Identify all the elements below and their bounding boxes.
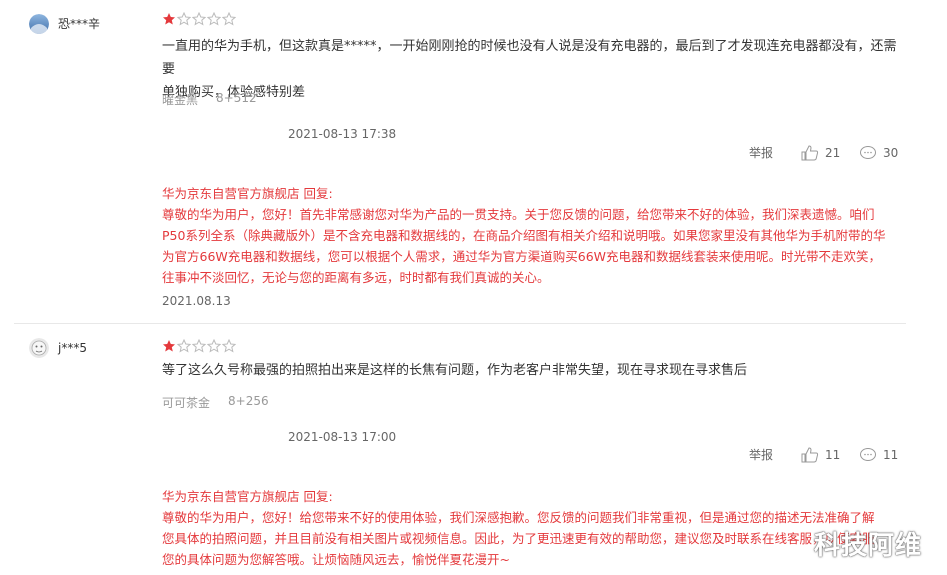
avatar-icon bbox=[29, 14, 49, 34]
reply-line: 尊敬的华为用户，您好！给您带来不好的使用体验，我们深感抱歉。您反馈的问题我们非常… bbox=[162, 510, 875, 525]
reply-button[interactable]: 30 bbox=[859, 145, 898, 161]
color-variant: 曜金黑 bbox=[162, 93, 199, 107]
review-time: 2021-08-13 17:38 bbox=[288, 127, 397, 141]
reply-count: 11 bbox=[883, 447, 899, 462]
review-item: 恐***辛 一直用的华为手机，但这款真是*****，一开始刚刚抢的时候也没有人说… bbox=[14, 0, 906, 324]
merchant-reply: 华为京东自营官方旗舰店 回复: 尊敬的华为用户，您好！首先非常感谢您对华为产品的… bbox=[162, 183, 912, 288]
reply-line: 您具体的拍照问题，并且目前没有相关图片或视频信息。因此，为了更迅速更有效的帮助您… bbox=[162, 531, 875, 546]
comment-bubble-icon bbox=[860, 447, 876, 461]
report-button[interactable]: 举报 bbox=[749, 144, 801, 161]
reply-title: 华为京东自营官方旗舰店 回复: bbox=[162, 186, 333, 201]
star-empty-icon bbox=[222, 12, 236, 26]
product-info: 曜金黑 8+512 bbox=[162, 91, 257, 108]
comment-line: 等了这么久号称最强的拍照拍出来是这样的长焦有问题，作为老客户非常失望，现在寻求现… bbox=[162, 363, 748, 378]
star-empty-icon bbox=[192, 339, 206, 353]
star-rating bbox=[162, 12, 236, 26]
watermark: 科技阿维 bbox=[814, 531, 923, 561]
reply-title: 华为京东自营官方旗舰店 回复: bbox=[162, 489, 333, 504]
username: j***5 bbox=[58, 341, 87, 355]
star-empty-icon bbox=[177, 12, 191, 26]
comment-line: 单独购买，体验感特别差 bbox=[162, 85, 306, 100]
star-empty-icon bbox=[207, 12, 221, 26]
reply-date: 2021.08.13 bbox=[162, 294, 231, 308]
review-comment: 一直用的华为手机，但这款真是*****，一开始刚刚抢的时候也没有人说是没有充电器… bbox=[162, 35, 902, 104]
like-count: 11 bbox=[825, 447, 841, 462]
like-button[interactable]: 11 bbox=[801, 446, 859, 463]
report-button[interactable]: 举报 bbox=[749, 446, 801, 463]
reply-line: 您的具体问题为您解答哦。让烦恼随风远去，愉悦伴夏花漫开~ bbox=[162, 552, 510, 567]
color-variant: 可可茶金 bbox=[162, 396, 211, 410]
reply-line: P50系列全系（除典藏版外）是不含充电器和数据线的，在商品介绍图有相关介绍和说明… bbox=[162, 228, 886, 243]
star-filled-icon bbox=[163, 340, 175, 352]
reply-count: 30 bbox=[883, 145, 899, 160]
username: 恐***辛 bbox=[58, 17, 101, 31]
star-empty-icon bbox=[192, 12, 206, 26]
reply-line: 往事冲不淡回忆，无论与您的距离有多远，时时都有我们真诚的关心。 bbox=[162, 270, 550, 285]
star-empty-icon bbox=[222, 339, 236, 353]
reply-button[interactable]: 11 bbox=[859, 447, 898, 463]
star-rating bbox=[162, 339, 236, 353]
star-filled-icon bbox=[163, 13, 175, 25]
storage-variant: 8+256 bbox=[228, 394, 269, 408]
like-count: 21 bbox=[825, 145, 841, 160]
comment-line: 一直用的华为手机，但这款真是*****，一开始刚刚抢的时候也没有人说是没有充电器… bbox=[162, 39, 897, 77]
thumbs-up-icon bbox=[801, 446, 819, 462]
storage-variant: 8+512 bbox=[216, 91, 257, 105]
star-empty-icon bbox=[207, 339, 221, 353]
review-time: 2021-08-13 17:00 bbox=[288, 430, 397, 444]
product-info: 可可茶金 8+256 bbox=[162, 394, 269, 411]
user-avatar[interactable] bbox=[29, 338, 49, 358]
like-button[interactable]: 21 bbox=[801, 144, 859, 161]
comment-bubble-icon bbox=[860, 145, 876, 159]
merchant-reply: 华为京东自营官方旗舰店 回复: 尊敬的华为用户，您好！给您带来不好的使用体验，我… bbox=[162, 486, 912, 570]
avatar-icon bbox=[29, 338, 49, 358]
thumbs-up-icon bbox=[801, 144, 819, 160]
user-avatar[interactable] bbox=[29, 14, 49, 34]
review-comment: 等了这么久号称最强的拍照拍出来是这样的长焦有问题，作为老客户非常失望，现在寻求现… bbox=[162, 359, 902, 382]
reply-line: 尊敬的华为用户，您好！首先非常感谢您对华为产品的一贯支持。关于您反馈的问题，给您… bbox=[162, 207, 875, 222]
reply-line: 为官方66W充电器和数据线，您可以根据个人需求，通过华为官方渠道购买66W充电器… bbox=[162, 249, 882, 264]
review-item: j***5 等了这么久号称最强的拍照拍出来是这样的长焦有问题，作为老客户非常失望… bbox=[14, 324, 906, 575]
review-actions: 举报 21 30 bbox=[749, 144, 898, 161]
review-actions: 举报 11 11 bbox=[749, 446, 898, 463]
star-empty-icon bbox=[177, 339, 191, 353]
